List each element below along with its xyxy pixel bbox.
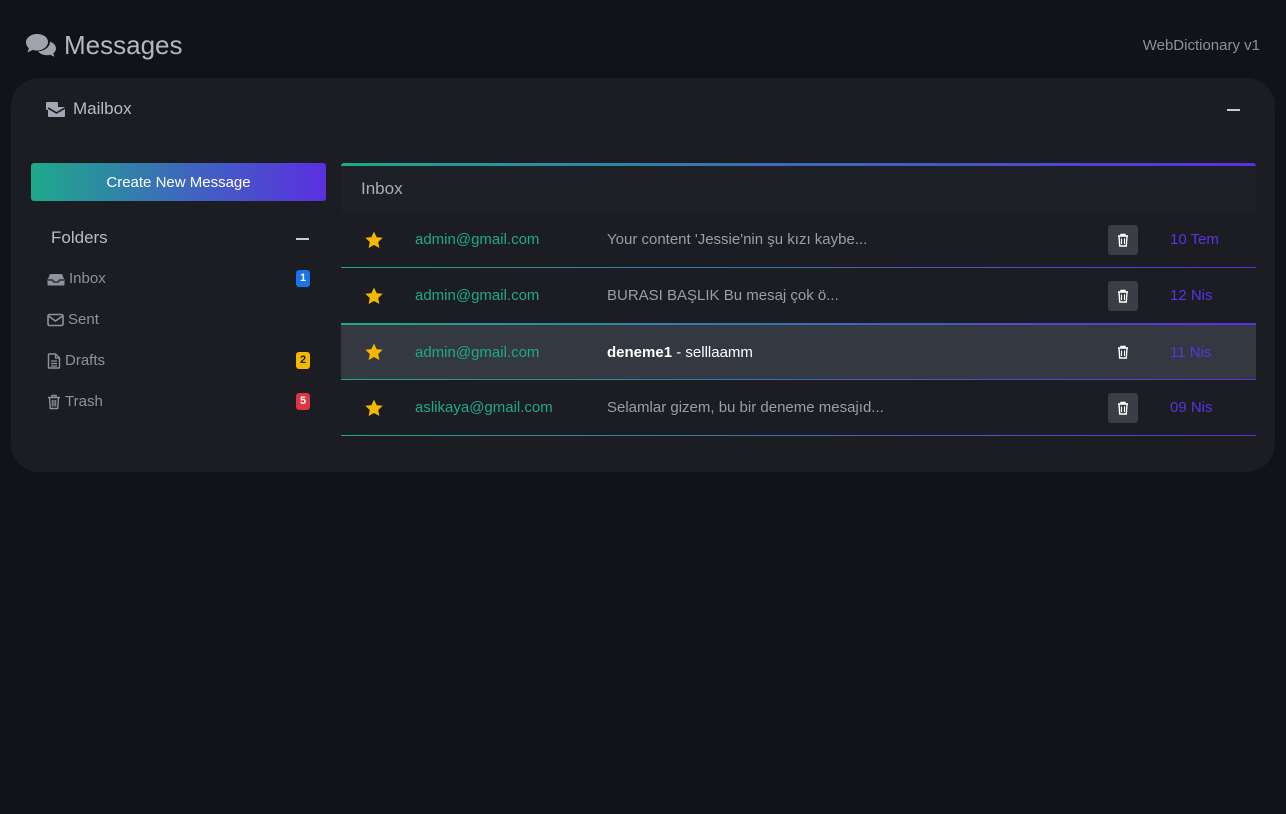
- message-sender: aslikaya@gmail.com: [415, 399, 553, 416]
- trash-badge: 5: [296, 393, 310, 410]
- folder-item-inbox[interactable]: Inbox 1: [31, 258, 326, 299]
- collapse-folders-button[interactable]: [296, 231, 310, 245]
- folder-item-drafts[interactable]: Drafts 2: [31, 340, 326, 381]
- trash-icon: [1118, 233, 1128, 247]
- message-date: 11 Nis: [1170, 343, 1212, 361]
- message-preview: Selamlar gizem, bu bir deneme mesajıd...: [607, 399, 884, 416]
- page-title: Messages: [64, 29, 183, 60]
- inbox-header: Inbox: [341, 166, 1256, 212]
- inbox-panel: Inbox admin@gmail.com Your content 'Jess…: [341, 163, 1256, 436]
- folders-header: Folders: [31, 218, 326, 258]
- trash-icon: [1118, 401, 1128, 415]
- collapse-mailbox-button[interactable]: [1227, 102, 1241, 116]
- message-subject: deneme1: [607, 343, 673, 361]
- trash-icon: [1118, 289, 1128, 303]
- message-preview: BURASI BAŞLIK Bu mesaj çok ö...: [607, 287, 839, 304]
- message-sender: admin@gmail.com: [415, 231, 540, 248]
- delete-message-button[interactable]: [1108, 392, 1138, 423]
- folders-panel: Folders Inbox 1 Sent Drafts 2 Trash 5: [31, 218, 326, 422]
- trash-icon: [1118, 345, 1128, 359]
- comments-icon: [26, 34, 56, 57]
- star-icon[interactable]: [364, 230, 384, 250]
- star-icon[interactable]: [364, 286, 384, 306]
- message-row[interactable]: aslikaya@gmail.com Selamlar gizem, bu bi…: [341, 380, 1256, 436]
- message-row-active[interactable]: admin@gmail.com deneme1 - selllaamm 11 N…: [341, 324, 1256, 380]
- message-row[interactable]: admin@gmail.com Your content 'Jessie'nin…: [341, 212, 1256, 268]
- delete-message-button[interactable]: [1108, 224, 1138, 255]
- message-sender: admin@gmail.com: [415, 343, 540, 361]
- create-new-message-button[interactable]: Create New Message: [31, 163, 326, 201]
- folder-left: Inbox: [47, 270, 106, 287]
- delete-message-button[interactable]: [1108, 280, 1138, 311]
- brand-label: WebDictionary v1: [1142, 36, 1260, 54]
- folder-left: Trash: [47, 393, 103, 410]
- folder-left: Drafts: [47, 352, 105, 369]
- mailbox-title-wrap: Mailbox: [45, 99, 132, 119]
- folder-item-trash[interactable]: Trash 5: [31, 381, 326, 422]
- folder-label: Trash: [65, 393, 103, 410]
- star-icon[interactable]: [364, 398, 384, 418]
- folder-label: Sent: [68, 311, 99, 328]
- folder-item-sent[interactable]: Sent: [31, 299, 326, 340]
- message-preview: Your content 'Jessie'nin şu kızı kaybe..…: [607, 231, 868, 248]
- star-icon[interactable]: [364, 342, 384, 362]
- mailbox-card: Mailbox Create New Message Folders Inbox…: [11, 78, 1275, 472]
- message-preview: deneme1 - selllaamm: [607, 343, 753, 361]
- envelope-icon: [47, 313, 64, 326]
- delete-message-button[interactable]: [1108, 337, 1138, 367]
- mailbox-icon: [46, 101, 66, 117]
- message-date: 09 Nis: [1170, 399, 1213, 416]
- page-header: Messages WebDictionary v1: [25, 28, 1260, 62]
- trash-icon: [48, 394, 60, 409]
- message-sender: admin@gmail.com: [415, 287, 540, 304]
- inbox-title: Inbox: [361, 179, 403, 198]
- drafts-badge: 2: [296, 352, 310, 369]
- page-title-wrap: Messages: [25, 30, 183, 61]
- folder-label: Drafts: [65, 352, 106, 369]
- message-date: 12 Nis: [1170, 287, 1213, 304]
- folders-title: Folders: [51, 228, 108, 247]
- unread-badge: 1: [296, 270, 310, 287]
- folder-label: Inbox: [69, 270, 106, 287]
- message-date: 10 Tem: [1170, 231, 1219, 248]
- inbox-icon: [47, 273, 65, 285]
- file-icon: [47, 352, 61, 369]
- folder-left: Sent: [47, 311, 99, 328]
- message-body: selllaamm: [685, 343, 753, 361]
- message-row[interactable]: admin@gmail.com BURASI BAŞLIK Bu mesaj ç…: [341, 268, 1256, 324]
- mailbox-card-header: Mailbox: [45, 96, 1241, 122]
- mailbox-title: Mailbox: [73, 99, 132, 118]
